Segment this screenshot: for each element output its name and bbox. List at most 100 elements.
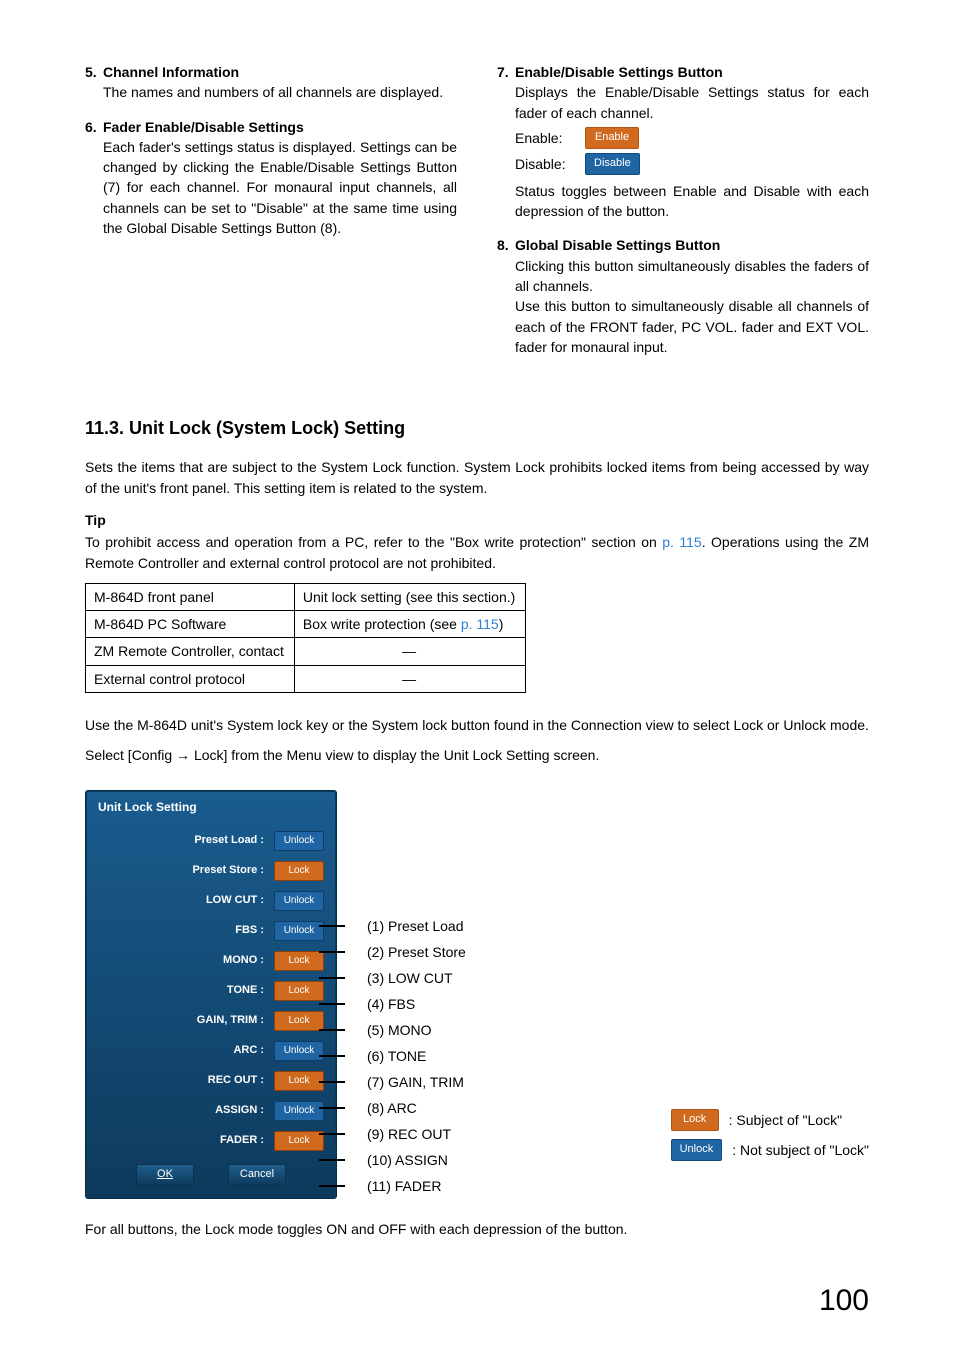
item-5-number: 5. (85, 62, 103, 82)
page-number: 100 (819, 1279, 869, 1323)
lock-toggle-button[interactable]: Lock (274, 981, 324, 1001)
item-7-number: 7. (497, 62, 515, 82)
section-closing: For all buttons, the Lock mode toggles O… (85, 1219, 869, 1239)
tip-heading: Tip (85, 510, 869, 530)
enable-label: Enable: (515, 128, 575, 148)
item-8-title: Global Disable Settings Button (515, 237, 720, 253)
cancel-button-label: Cancel (240, 1167, 274, 1183)
callout-label: (7) GAIN, TRIM (335, 1069, 466, 1095)
panel-row: REC OUT : Lock (86, 1066, 336, 1096)
unlock-toggle-button[interactable]: Unlock (274, 831, 324, 851)
callout-label: (5) MONO (335, 1017, 466, 1043)
table-cell: ZM Remote Controller, contact (86, 638, 295, 665)
panel-row: ARC :Unlock (86, 1036, 336, 1066)
ok-button[interactable]: OK (136, 1164, 194, 1186)
table-cell-text-a: Box write protection (see (303, 616, 461, 632)
panel-row: Preset Store : Lock (86, 856, 336, 886)
legend-unlock-chip: Unlock (671, 1139, 723, 1161)
item-8-body1: Clicking this button simultaneously disa… (497, 256, 869, 297)
section-intro: Sets the items that are subject to the S… (85, 457, 869, 498)
callout-label: (4) FBS (335, 991, 466, 1017)
lock-table: M-864D front panel Unit lock setting (se… (85, 583, 526, 693)
table-cell: M-864D front panel (86, 583, 295, 610)
item-7-body1: Displays the Enable/Disable Settings sta… (497, 82, 869, 123)
item-8-number: 8. (497, 235, 515, 255)
table-row: External control protocol — (86, 665, 526, 692)
table-cell: Box write protection (see p. 115) (294, 611, 525, 638)
table-cell: Unit lock setting (see this section.) (294, 583, 525, 610)
callout-label: (9) REC OUT (335, 1121, 466, 1147)
lock-toggle-button[interactable]: Lock (274, 1071, 324, 1091)
callout-label: (3) LOW CUT (335, 965, 466, 991)
table-cell: — (294, 638, 525, 665)
item-7: 7.Enable/Disable Settings Button Display… (497, 62, 869, 221)
lock-toggle-button[interactable]: Lock (274, 861, 324, 881)
cancel-button[interactable]: Cancel (228, 1164, 286, 1186)
panel-row-label: ASSIGN : (86, 1103, 266, 1119)
panel-row-label: Preset Store : (86, 863, 266, 879)
table-row: M-864D PC Software Box write protection … (86, 611, 526, 638)
panel-title: Unit Lock Setting (86, 791, 336, 826)
panel-row-label: FADER : (86, 1133, 266, 1149)
disable-swatch: Disable (585, 153, 640, 175)
unlock-toggle-button[interactable]: Unlock (274, 1041, 324, 1061)
unlock-toggle-button[interactable]: Unlock (274, 891, 324, 911)
legend-unlock-text: : Not subject of "Lock" (732, 1140, 869, 1160)
unlock-toggle-button[interactable]: Unlock (274, 921, 324, 941)
legend-lock-text: : Subject of "Lock" (729, 1110, 842, 1130)
item-6: 6.Fader Enable/Disable Settings Each fad… (85, 117, 457, 239)
panel-row-label: REC OUT : (86, 1073, 266, 1089)
lock-toggle-button[interactable]: Lock (274, 951, 324, 971)
panel-row: Preset Load : Unlock (86, 826, 336, 856)
callout-label: (6) TONE (335, 1043, 466, 1069)
section-para-3: Select [Config → Lock] from the Menu vie… (85, 745, 869, 765)
lock-toggle-button[interactable]: Lock (274, 1131, 324, 1151)
item-5-body: The names and numbers of all channels ar… (85, 82, 457, 102)
table-cell-text-b: ) (499, 616, 504, 632)
item-8-body2: Use this button to simultaneously disabl… (497, 296, 869, 357)
panel-row: FADER : Lock (86, 1126, 336, 1156)
section-heading: 11.3. Unit Lock (System Lock) Setting (85, 415, 869, 441)
panel-row: FBS :Unlock (86, 916, 336, 946)
tip-body-a: To prohibit access and operation from a … (85, 534, 662, 550)
callout-label: (2) Preset Store (335, 939, 466, 965)
item-7-body2: Status toggles between Enable and Disabl… (497, 181, 869, 222)
panel-row: ASSIGN : Unlock (86, 1096, 336, 1126)
callout-label: (10) ASSIGN (335, 1147, 466, 1173)
unlock-toggle-button[interactable]: Unlock (274, 1101, 324, 1121)
panel-row-label: Preset Load : (86, 833, 266, 849)
item-6-body: Each fader's settings status is displaye… (85, 137, 457, 238)
panel-row-label: LOW CUT : (86, 893, 266, 909)
legend-lock-chip: Lock (671, 1109, 719, 1131)
top-two-column: 5.Channel Information The names and numb… (85, 62, 869, 371)
callout-label: (1) Preset Load (335, 913, 466, 939)
disable-label: Disable: (515, 154, 575, 174)
item-8: 8.Global Disable Settings Button Clickin… (497, 235, 869, 357)
table-cell: External control protocol (86, 665, 295, 692)
item-5: 5.Channel Information The names and numb… (85, 62, 457, 103)
panel-row-label: MONO : (86, 953, 266, 969)
panel-row: TONE : Lock (86, 976, 336, 1006)
callout-label: (8) ARC (335, 1095, 466, 1121)
tip-body: To prohibit access and operation from a … (85, 532, 869, 573)
table-row: ZM Remote Controller, contact — (86, 638, 526, 665)
lock-toggle-button[interactable]: Lock (274, 1011, 324, 1031)
panel-row: GAIN, TRIM : Lock (86, 1006, 336, 1036)
legend: Lock : Subject of "Lock" Unlock : Not su… (671, 1109, 869, 1199)
callout-label: (11) FADER (335, 1173, 466, 1199)
diagram-area: Unit Lock Setting Preset Load :UnlockPre… (85, 790, 869, 1199)
ok-button-label: OK (157, 1167, 173, 1183)
item-6-number: 6. (85, 117, 103, 137)
panel-row-label: TONE : (86, 983, 266, 999)
item-6-title: Fader Enable/Disable Settings (103, 119, 304, 135)
table-cell: — (294, 665, 525, 692)
panel-row: MONO : Lock (86, 946, 336, 976)
panel-row-label: GAIN, TRIM : (86, 1013, 266, 1029)
panel-row: LOW CUT : Unlock (86, 886, 336, 916)
item-5-title: Channel Information (103, 64, 239, 80)
unit-lock-panel: Unit Lock Setting Preset Load :UnlockPre… (85, 790, 337, 1199)
item-7-title: Enable/Disable Settings Button (515, 64, 723, 80)
table-cell: M-864D PC Software (86, 611, 295, 638)
table-cell-link[interactable]: p. 115 (461, 616, 499, 632)
tip-link[interactable]: p. 115 (662, 534, 701, 550)
